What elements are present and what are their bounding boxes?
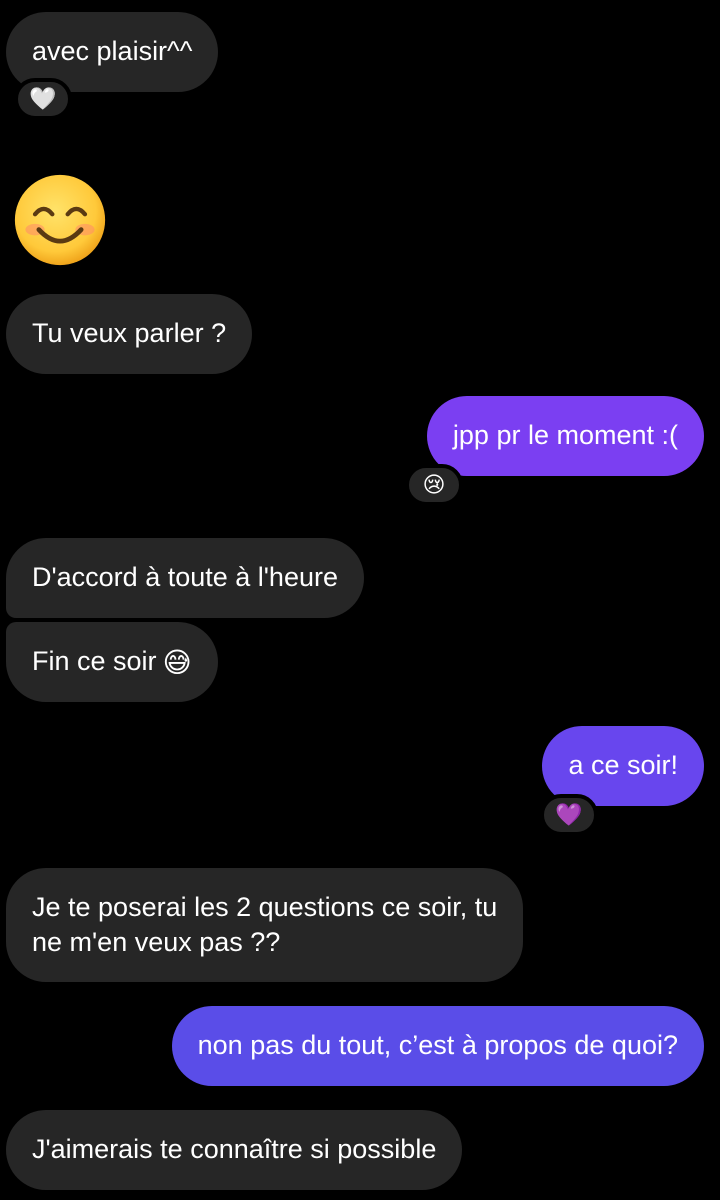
incoming-message[interactable]: Tu veux parler ? (6, 294, 253, 374)
message-text: Fin ce soir (32, 646, 157, 676)
message-text: J'aimerais te connaître si possible (32, 1134, 437, 1164)
incoming-message[interactable]: D'accord à toute à l'heure (6, 538, 364, 618)
incoming-message[interactable]: Fin ce soir 😅 (6, 622, 218, 702)
outgoing-message[interactable]: jpp pr le moment :( (426, 396, 704, 476)
message-text: jpp pr le moment :( (452, 420, 678, 450)
message-text: avec plaisir^^ (32, 36, 193, 66)
smiling-face-emoji[interactable] (12, 172, 108, 268)
incoming-message[interactable]: J'aimerais te connaître si possible (6, 1110, 463, 1190)
message-text: Tu veux parler ? (32, 318, 227, 348)
incoming-message[interactable]: Je te poserai les 2 questions ce soir, t… (6, 868, 524, 982)
message-text: a ce soir! (568, 750, 678, 780)
chat-thread: avec plaisir^^ 🤍 Tu veux parler ? jpp pr… (0, 0, 720, 1200)
sweat-smile-icon: 😅 (162, 647, 192, 678)
message-text-line: Je te poserai les 2 questions ce soir, t… (32, 892, 498, 922)
crying-reaction[interactable]: 😢 (405, 464, 463, 506)
purple-heart-icon: 💜 (555, 802, 583, 827)
crying-face-icon: 😢 (422, 472, 446, 497)
message-text-line: ne m'en veux pas ?? (32, 927, 281, 957)
heart-reaction[interactable]: 💜 (540, 794, 598, 836)
message-text: non pas du tout, c’est à propos de quoi? (197, 1030, 678, 1060)
white-heart-icon: 🤍 (29, 86, 57, 111)
message-text: D'accord à toute à l'heure (32, 562, 338, 592)
heart-reaction[interactable]: 🤍 (14, 78, 72, 120)
outgoing-message[interactable]: non pas du tout, c’est à propos de quoi? (171, 1006, 704, 1086)
